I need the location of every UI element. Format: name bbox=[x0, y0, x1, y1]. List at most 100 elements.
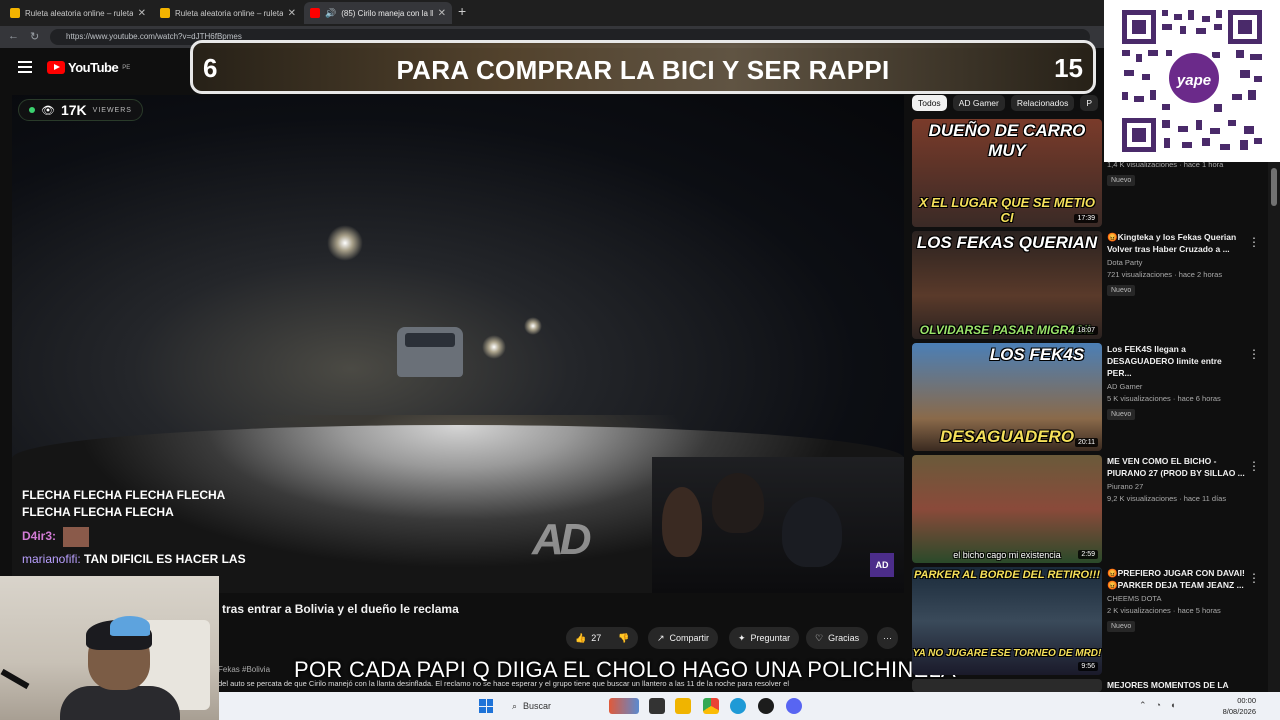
chip-ad-gamer[interactable]: AD Gamer bbox=[952, 95, 1005, 111]
video-title: tras entrar a Bolivia y el dueño le recl… bbox=[222, 602, 459, 616]
share-button[interactable]: ↗ Compartir bbox=[648, 627, 719, 649]
system-tray: ⌃ ◔ ◖ bbox=[1139, 700, 1175, 711]
video-title[interactable]: Los FEK4S llegan a DESAGUADERO limite en… bbox=[1107, 343, 1247, 379]
page-scrollbar[interactable] bbox=[1268, 162, 1280, 692]
chip-more[interactable]: P bbox=[1080, 95, 1099, 111]
recommended-video[interactable]: MEJORES MOMENTOS DE LA bbox=[912, 679, 1272, 692]
back-icon[interactable]: ← bbox=[8, 30, 19, 42]
widget-icon[interactable] bbox=[609, 698, 639, 714]
close-tab-icon[interactable]: ✕ bbox=[438, 8, 446, 19]
thumbs-up-icon: 👍 bbox=[575, 632, 587, 643]
thumbs-down-icon[interactable]: 👎 bbox=[618, 633, 629, 644]
more-options-icon[interactable]: ⋮ bbox=[1248, 235, 1260, 249]
video-thumbnail[interactable]: PARKER AL BORDE DEL RETIRO!!! YA NO JUGA… bbox=[912, 567, 1102, 675]
video-title[interactable]: MEJORES MOMENTOS DE LA bbox=[1107, 679, 1247, 691]
video-duration: 9:56 bbox=[1078, 662, 1098, 671]
youtube-logo[interactable]: YouTube PE bbox=[47, 60, 130, 75]
ad-watermark: AD bbox=[532, 515, 592, 564]
tab-title: (85) Cirilo maneja con la llant bbox=[341, 8, 432, 18]
recommended-video[interactable]: PARKER AL BORDE DEL RETIRO!!! YA NO JUGA… bbox=[912, 567, 1272, 677]
file-explorer-icon[interactable] bbox=[675, 698, 691, 714]
filter-chips: Todos AD Gamer Relacionados P bbox=[912, 95, 1102, 111]
video-duration: 18:07 bbox=[1074, 326, 1098, 335]
chip-todos[interactable]: Todos bbox=[912, 95, 947, 111]
thumb-caption: DESAGUADERO bbox=[939, 427, 1075, 446]
viewers-label: VIEWERS bbox=[92, 106, 132, 114]
browser-tab-3[interactable]: 🔊 (85) Cirilo maneja con la llant ✕ bbox=[304, 2, 452, 24]
speaker-icon[interactable]: 🔊 bbox=[325, 8, 336, 19]
chat-line: FLECHA FLECHA FLECHA bbox=[22, 505, 174, 519]
task-view-icon[interactable] bbox=[649, 698, 665, 714]
ruleta-favicon-icon bbox=[10, 8, 20, 18]
taskbar-clock[interactable]: 00:00 8/08/2026 bbox=[1223, 695, 1256, 717]
video-thumbnail[interactable]: LOS FEK4S DESAGUADERO 20:11 bbox=[912, 343, 1102, 451]
more-options-icon[interactable]: ⋮ bbox=[1248, 347, 1260, 361]
new-badge: Nuevo bbox=[1107, 621, 1136, 632]
yape-qr-code: yape bbox=[1104, 0, 1280, 162]
thanks-button[interactable]: ♡ Gracias bbox=[806, 627, 869, 649]
new-tab-button[interactable]: + bbox=[458, 3, 466, 19]
live-dot-icon bbox=[29, 107, 35, 113]
like-button[interactable]: 👍 27 👎 bbox=[566, 627, 639, 649]
chip-relacionados[interactable]: Relacionados bbox=[1010, 95, 1075, 111]
thumb-caption: YA NO JUGARE ESE TORNEO DE MRD! bbox=[912, 648, 1102, 659]
banner-right-number: 15 bbox=[1054, 53, 1083, 83]
more-options-icon[interactable]: ⋮ bbox=[1248, 571, 1260, 585]
video-title[interactable]: 😡Kingteka y los Fekas Querian Volver tra… bbox=[1107, 231, 1247, 255]
recommended-video[interactable]: el bicho cago mi existencia 2:59 ME VEN … bbox=[912, 455, 1272, 565]
video-stats: 2 K visualizaciones · hace 5 horas bbox=[1107, 606, 1221, 615]
more-options-icon[interactable]: ⋮ bbox=[1248, 459, 1260, 473]
video-thumbnail[interactable]: DUEÑO DE CARRO MUY X EL LUGAR QUE SE MET… bbox=[912, 119, 1102, 227]
video-thumbnail[interactable]: el bicho cago mi existencia 2:59 bbox=[912, 455, 1102, 563]
description-hashtags[interactable]: Fekas #Bolivia bbox=[218, 665, 270, 674]
scrollbar-thumb[interactable] bbox=[1271, 168, 1277, 206]
video-thumbnail[interactable]: LOS FEKAS QUERIAN OLVIDARSE PASAR MIGR4C… bbox=[912, 231, 1102, 339]
chrome-icon[interactable] bbox=[703, 698, 719, 714]
browser-tab-2[interactable]: Ruleta aleatoria online – ruleta de ✕ bbox=[154, 2, 302, 24]
chat-message: TAN DIFICIL ES HACER LAS bbox=[84, 552, 246, 566]
taskbar-search[interactable]: ⌕ Buscar bbox=[504, 696, 609, 716]
car-ahead bbox=[397, 327, 463, 377]
ad-channel-badge: AD bbox=[870, 553, 894, 577]
channel-name[interactable]: AD Gamer bbox=[1107, 382, 1247, 391]
video-duration: 20:11 bbox=[1075, 438, 1098, 447]
channel-name[interactable]: Dota Party bbox=[1107, 258, 1247, 267]
video-title[interactable]: ME VEN COMO EL BICHO - PIURANO 27 (PROD … bbox=[1107, 455, 1247, 479]
network-icon[interactable]: ◔ bbox=[1156, 700, 1161, 711]
video-thumbnail[interactable] bbox=[912, 679, 1102, 692]
more-icon: ··· bbox=[883, 633, 892, 643]
obs-icon[interactable] bbox=[758, 698, 774, 714]
banner-text: PARA COMPRAR LA BICI Y SER RAPPI bbox=[396, 55, 890, 85]
recommended-video[interactable]: LOS FEKAS QUERIAN OLVIDARSE PASAR MIGR4C… bbox=[912, 231, 1272, 341]
thumb-caption: LOS FEKAS QUERIAN bbox=[916, 233, 1098, 252]
chat-line: FLECHA FLECHA FLECHA FLECHA bbox=[22, 488, 226, 502]
street-light bbox=[482, 335, 506, 359]
hamburger-menu-icon[interactable] bbox=[18, 61, 32, 73]
reload-icon[interactable]: ↻ bbox=[30, 30, 39, 43]
discord-icon[interactable] bbox=[786, 698, 802, 714]
volume-icon[interactable]: ◖ bbox=[1170, 700, 1175, 711]
new-badge: Nuevo bbox=[1107, 285, 1136, 296]
thumb-caption: LOS FEK4S bbox=[989, 345, 1085, 364]
street-light bbox=[524, 317, 542, 335]
windows-start-icon[interactable] bbox=[479, 699, 493, 713]
channel-name[interactable]: Piurano 27 bbox=[1107, 482, 1247, 491]
ask-label: Preguntar bbox=[750, 633, 791, 643]
thanks-label: Gracias bbox=[828, 633, 860, 643]
video-stats: 5 K visualizaciones · hace 6 horas bbox=[1107, 394, 1221, 403]
more-actions-button[interactable]: ··· bbox=[877, 627, 898, 649]
emote-icon bbox=[63, 527, 90, 547]
video-title[interactable]: 😡PREFIERO JUGAR CON DAVAI! 😡PARKER DEJA … bbox=[1107, 567, 1247, 591]
video-duration: 17:39 bbox=[1074, 214, 1098, 223]
edge-icon[interactable] bbox=[730, 698, 746, 714]
close-tab-icon[interactable]: ✕ bbox=[138, 8, 146, 19]
channel-name[interactable]: CHEEMS DOTA bbox=[1107, 594, 1247, 603]
video-player[interactable]: 👁 17K VIEWERS FLECHA FLECHA FLECHA FLECH… bbox=[12, 95, 904, 593]
close-tab-icon[interactable]: ✕ bbox=[288, 8, 296, 19]
ask-button[interactable]: ✦ Preguntar bbox=[729, 627, 800, 649]
tab-title: Ruleta aleatoria online – ruleta de bbox=[175, 8, 283, 18]
browser-tab-1[interactable]: Ruleta aleatoria online – ruleta de ✕ bbox=[4, 2, 152, 24]
chevron-up-icon[interactable]: ⌃ bbox=[1139, 700, 1147, 711]
youtube-wordmark: YouTube bbox=[68, 60, 119, 75]
recommended-video[interactable]: LOS FEK4S DESAGUADERO 20:11 Los FEK4S ll… bbox=[912, 343, 1272, 453]
